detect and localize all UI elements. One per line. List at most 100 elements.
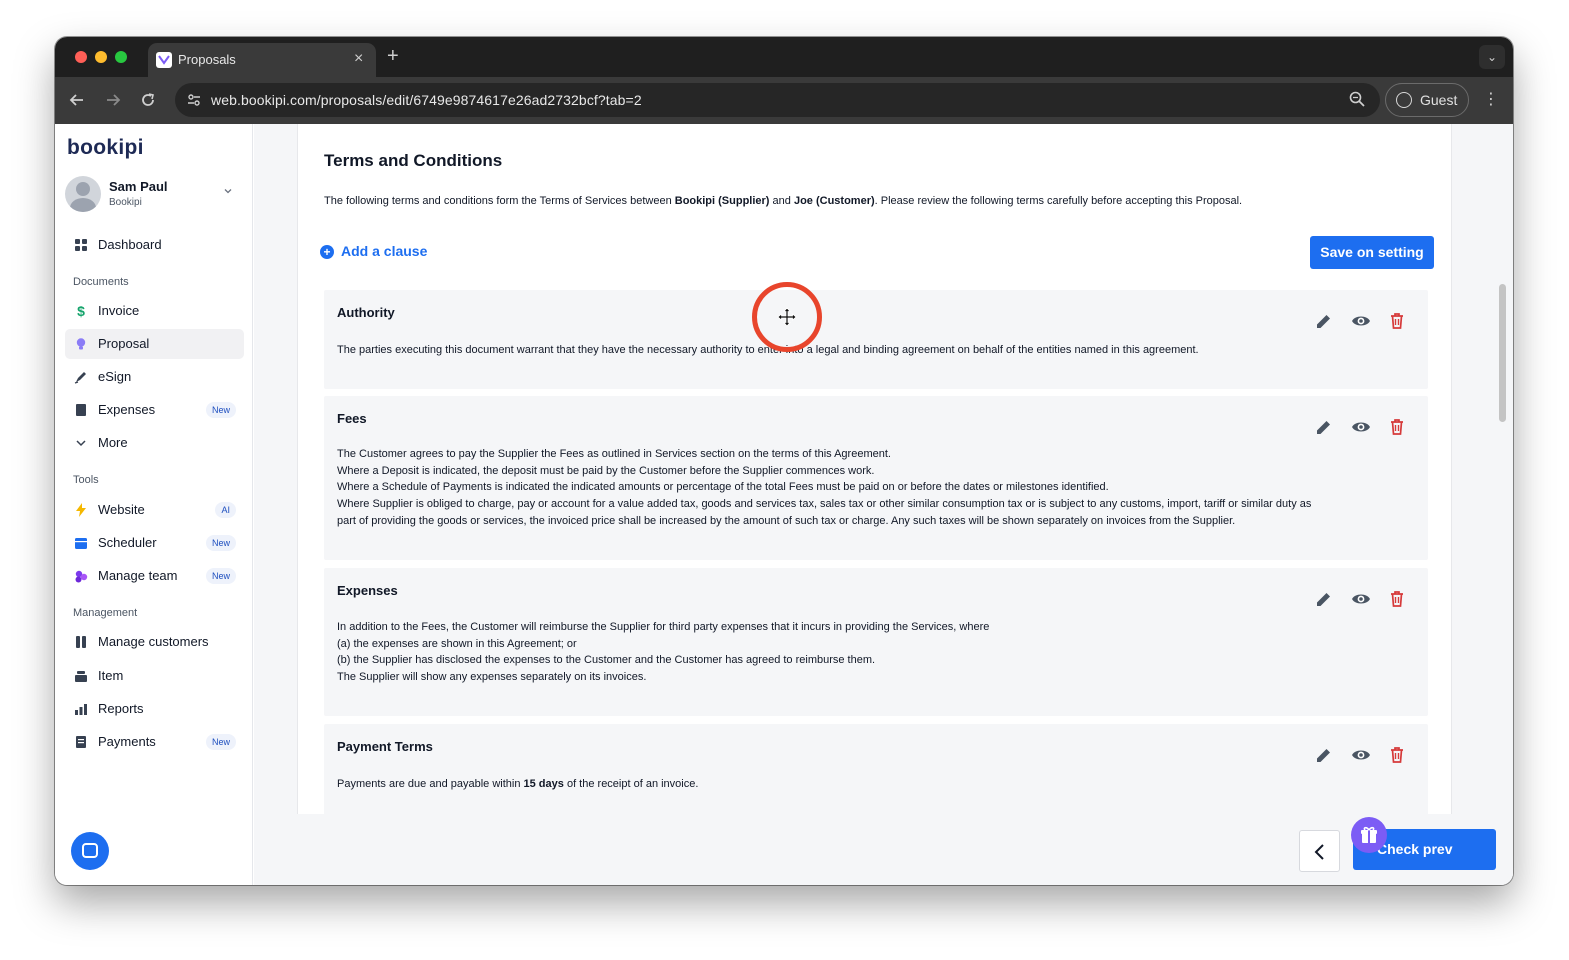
back-icon[interactable] (66, 89, 88, 111)
reload-icon[interactable] (137, 89, 159, 111)
zoom-icon[interactable] (1348, 90, 1366, 111)
profile-label: Guest (1420, 92, 1458, 108)
trash-icon[interactable] (1387, 417, 1407, 437)
browser-tabbar: Proposals × + ⌄ (55, 37, 1513, 77)
pen-icon (74, 370, 88, 384)
customers-icon (74, 635, 88, 649)
clause-payment-terms[interactable]: Payment Terms Payments are due and payab… (324, 724, 1428, 814)
page-scrollbar[interactable] (1499, 284, 1506, 422)
clause-title: Expenses (337, 583, 398, 598)
clause-fees[interactable]: Fees The Customer agrees to pay the Supp… (324, 396, 1428, 560)
sidebar-item-proposal[interactable]: Proposal (65, 329, 244, 359)
chat-support-button[interactable] (71, 832, 109, 870)
previous-step-button[interactable] (1299, 830, 1340, 872)
browser-menu-icon[interactable]: ⋮ (1483, 89, 1499, 111)
sidebar-item-label: Payments (98, 734, 156, 749)
terms-card: Terms and Conditions The following terms… (297, 124, 1452, 814)
clause-title: Fees (337, 411, 367, 426)
cursor-highlight (752, 282, 822, 352)
bolt-icon (74, 503, 88, 517)
sidebar-item-invoice[interactable]: $ Invoice (65, 296, 244, 326)
grid-icon (74, 238, 88, 252)
sidebar-item-esign[interactable]: eSign (65, 362, 244, 392)
edit-icon[interactable] (1314, 589, 1334, 609)
sidebar-item-manage-team[interactable]: Manage team New (65, 561, 244, 591)
browser-toolbar: web.bookipi.com/proposals/edit/6749e9874… (55, 77, 1513, 124)
clause-body: The Customer agrees to pay the Supplier … (337, 448, 1312, 527)
move-cursor-icon (777, 307, 797, 327)
sidebar-item-label: Invoice (98, 303, 140, 318)
sidebar-item-label: Website (98, 502, 145, 517)
sidebar-item-more[interactable]: More (65, 428, 244, 458)
terms-intro: The following terms and conditions form … (324, 195, 1243, 207)
sidebar: bookipi Sam Paul Bookipi Dashboard Docum… (55, 124, 253, 885)
new-badge: New (205, 402, 236, 418)
sidebar-item-item[interactable]: Item (65, 661, 244, 691)
dollar-icon: $ (77, 303, 85, 319)
clause-actions (1314, 417, 1414, 437)
clause-expenses[interactable]: Expenses In addition to the Fees, the Cu… (324, 568, 1428, 716)
bookipi-logo[interactable]: bookipi (67, 136, 144, 160)
eye-icon[interactable] (1351, 745, 1371, 765)
zoom-window-button[interactable] (115, 51, 127, 63)
sidebar-item-payments[interactable]: Payments New (65, 727, 244, 757)
eye-icon[interactable] (1351, 311, 1371, 331)
sidebar-item-label: Item (98, 668, 124, 683)
main-content: Terms and Conditions The following terms… (254, 124, 1513, 885)
clause-body: The parties executing this document warr… (337, 344, 1199, 356)
forward-icon[interactable] (102, 89, 124, 111)
trash-icon[interactable] (1387, 589, 1407, 609)
sidebar-item-scheduler[interactable]: Scheduler New (65, 528, 244, 558)
new-badge: New (205, 535, 236, 551)
chat-icon (82, 843, 98, 858)
section-label-tools: Tools (73, 474, 99, 486)
tab-search-button[interactable]: ⌄ (1479, 45, 1505, 69)
sidebar-item-label: Proposal (98, 336, 150, 351)
user-org: Bookipi (109, 197, 142, 208)
sidebar-item-dashboard[interactable]: Dashboard (65, 230, 244, 260)
sidebar-item-label: Reports (98, 701, 144, 716)
clause-actions (1314, 589, 1414, 609)
edit-icon[interactable] (1314, 745, 1334, 765)
chevron-down-icon (74, 436, 88, 450)
clause-authority[interactable]: Authority The parties executing this doc… (324, 290, 1428, 389)
eye-icon[interactable] (1351, 417, 1371, 437)
sidebar-item-website[interactable]: Website AI (65, 495, 244, 525)
edit-icon[interactable] (1314, 311, 1334, 331)
payments-icon (74, 735, 88, 749)
address-bar[interactable]: web.bookipi.com/proposals/edit/6749e9874… (175, 83, 1380, 117)
item-icon (74, 669, 88, 683)
bulb-icon (74, 337, 88, 351)
sidebar-item-reports[interactable]: Reports (65, 694, 244, 724)
new-badge: New (205, 568, 236, 584)
calendar-icon (74, 536, 88, 550)
site-info-icon[interactable] (185, 91, 203, 109)
eye-icon[interactable] (1351, 589, 1371, 609)
browser-tab[interactable]: Proposals × (148, 43, 376, 77)
section-label-management: Management (73, 607, 138, 619)
sidebar-item-label: Manage customers (98, 634, 209, 649)
close-window-button[interactable] (75, 51, 87, 63)
user-switcher[interactable]: Sam Paul Bookipi (65, 176, 243, 214)
new-tab-button[interactable]: + (387, 45, 399, 67)
edit-icon[interactable] (1314, 417, 1334, 437)
profile-button[interactable]: Guest (1385, 83, 1469, 117)
new-badge: New (205, 734, 236, 750)
trash-icon[interactable] (1387, 745, 1407, 765)
sidebar-item-label: Expenses (98, 402, 156, 417)
trash-icon[interactable] (1387, 311, 1407, 331)
sidebar-item-manage-customers[interactable]: Manage customers (65, 627, 244, 657)
plus-circle-icon: + (320, 245, 334, 259)
sidebar-item-label: Dashboard (98, 237, 162, 252)
sidebar-item-label: More (98, 435, 128, 450)
sidebar-item-label: eSign (98, 369, 132, 384)
gift-icon[interactable] (1351, 817, 1387, 858)
sidebar-item-expenses[interactable]: Expenses New (65, 395, 244, 425)
page-title: Terms and Conditions (324, 151, 503, 170)
clause-actions (1314, 311, 1414, 331)
minimize-window-button[interactable] (95, 51, 107, 63)
save-on-setting-button[interactable]: Save on setting (1310, 236, 1434, 269)
sidebar-item-label: Scheduler (98, 535, 157, 550)
close-tab-icon[interactable]: × (354, 50, 363, 68)
clause-title: Payment Terms (337, 739, 433, 754)
